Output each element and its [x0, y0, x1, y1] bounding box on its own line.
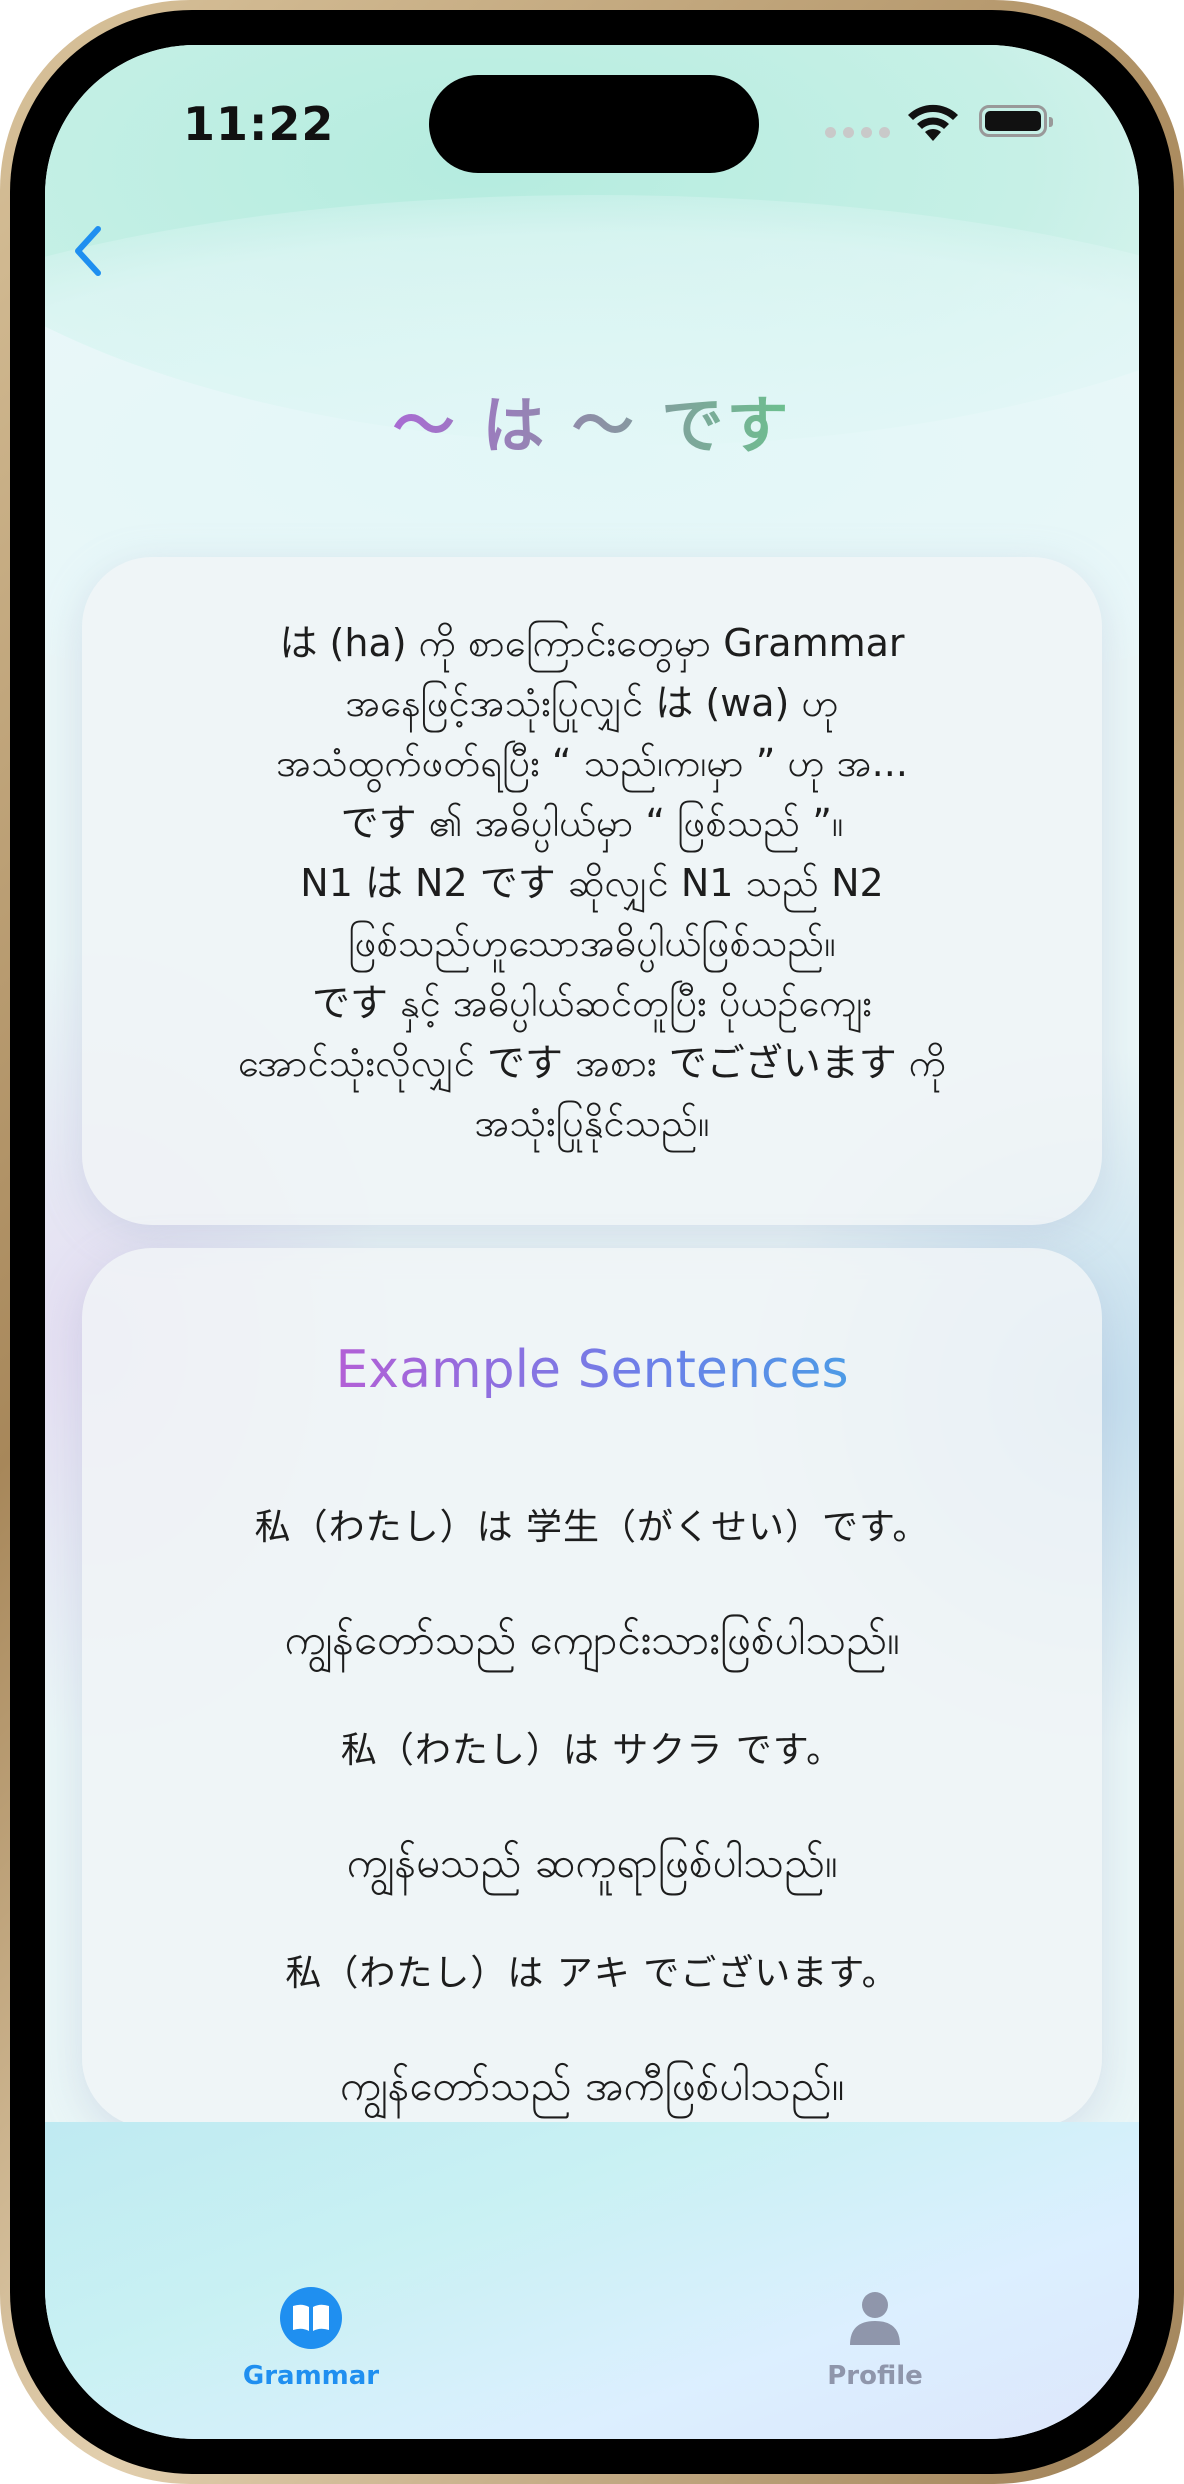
person-icon	[850, 2292, 900, 2345]
app-screen: 11:22 〜 は 〜 です は (ha) ကို စာကြောင်းတွေမှ…	[45, 45, 1139, 2439]
tab-profile[interactable]: Profile	[775, 2285, 975, 2391]
tab-grammar-label: Grammar	[242, 2361, 380, 2391]
tab-bar	[45, 2122, 1139, 2439]
example-japanese: 私（わたし）は 学生（がくせい）です。	[254, 1507, 930, 1548]
page-title: 〜 は 〜 です	[45, 375, 1139, 465]
examples-heading: Example Sentences	[82, 1340, 1102, 1400]
example-japanese: 私（わたし）は サクラ です。	[340, 1730, 844, 1771]
cellular-signal-icon	[825, 127, 890, 138]
example-burmese: ကျွန်မသည် ဆကူရာဖြစ်ပါသည်။	[346, 1838, 838, 1887]
example-item: 私（わたし）は アキ でございます。 ကျွန်တော်သည် အကီဖြစ်ပ…	[82, 1949, 1102, 2128]
example-item: 私（わたし）は 学生（がくせい）です。 ကျွန်တော်သည် ကျောင်း…	[82, 1503, 1102, 1726]
battery-icon	[979, 105, 1053, 137]
examples-heading-text: Example Sentences	[335, 1340, 849, 1400]
example-burmese: ကျွန်တော်သည် အကီဖြစ်ပါသည်။	[339, 2061, 845, 2110]
status-time: 11:22	[183, 97, 335, 151]
example-burmese: ကျွန်တော်သည် ကျောင်းသားဖြစ်ပါသည်။	[284, 1615, 900, 1664]
tab-profile-label: Profile	[827, 2361, 923, 2391]
examples-list: 私（わたし）は 学生（がくせい）です。 ကျွန်တော်သည် ကျောင်း…	[82, 1503, 1102, 2128]
tab-grammar[interactable]: Grammar	[211, 2285, 411, 2391]
page-title-text: 〜 は 〜 です	[392, 389, 792, 462]
back-button[interactable]	[57, 215, 117, 287]
book-icon	[280, 2287, 342, 2349]
wifi-icon	[908, 104, 958, 141]
examples-card: Example Sentences 私（わたし）は 学生（がくせい）です。 ကျ…	[82, 1248, 1102, 2128]
example-japanese: 私（わたし）は アキ でございます。	[285, 1953, 899, 1994]
example-item: 私（わたし）は サクラ です。 ကျွန်မသည် ဆကူရာဖြစ်ပါသည်…	[82, 1726, 1102, 1949]
chevron-left-icon	[75, 226, 101, 276]
dynamic-island	[429, 75, 759, 173]
explanation-card: は (ha) ကို စာကြောင်းတွေမှာ Grammar အနေဖြ…	[82, 557, 1102, 1225]
explanation-text: は (ha) ကို စာကြောင်းတွေမှာ Grammar အနေဖြ…	[238, 621, 946, 1145]
device-frame: 11:22 〜 は 〜 です は (ha) ကို စာကြောင်းတွေမှ…	[0, 0, 1184, 2484]
